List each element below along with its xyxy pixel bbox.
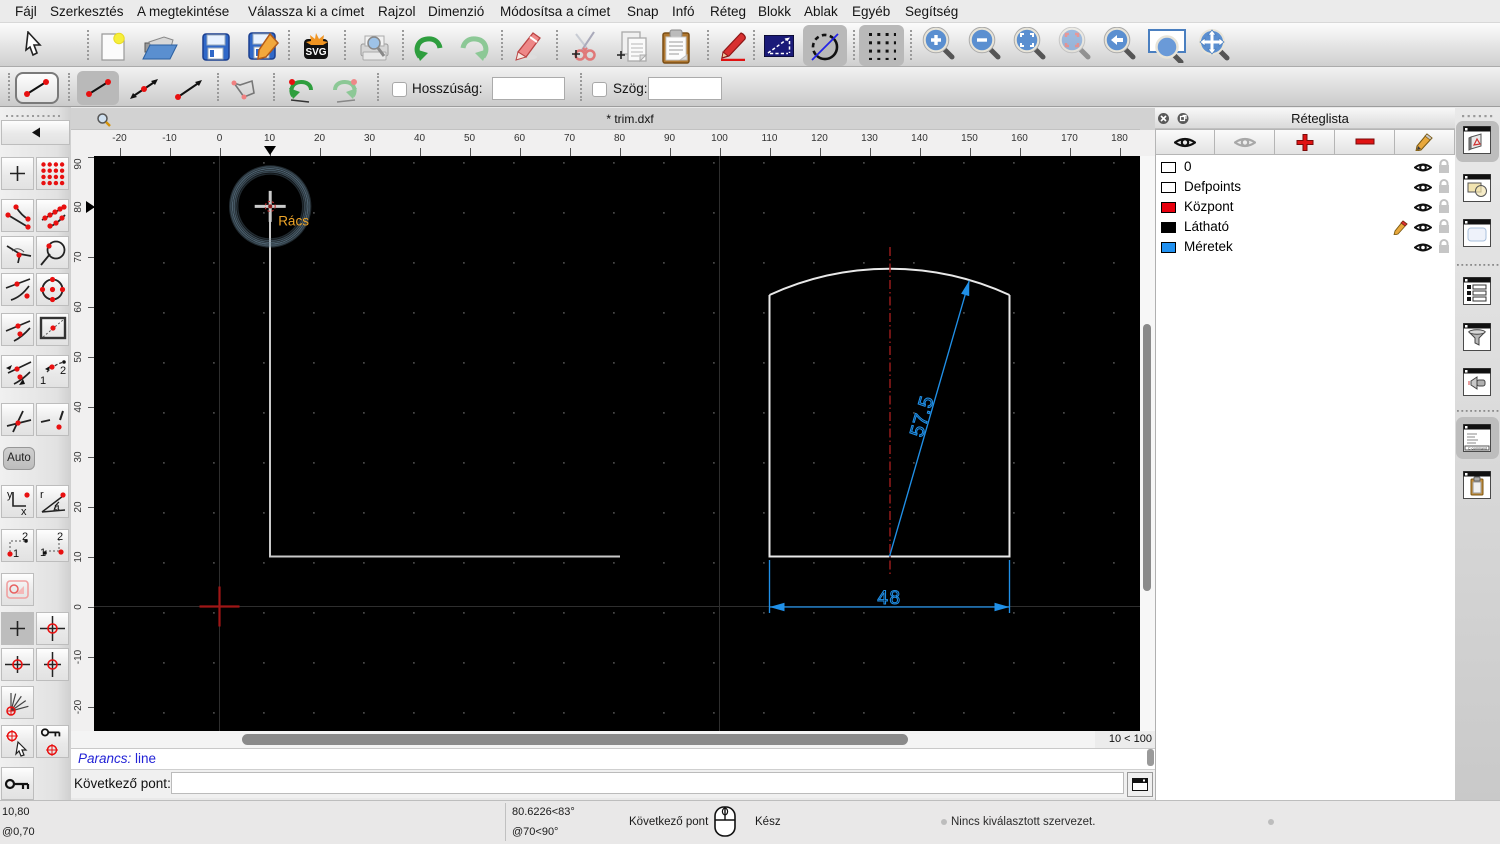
svg-text:2: 2 <box>60 365 66 377</box>
svg-text:Rács: Rács <box>278 213 309 228</box>
svg-text:1: 1 <box>40 375 46 387</box>
svg-text:1: 1 <box>13 548 19 560</box>
svg-text:SVG: SVG <box>305 47 326 58</box>
svg-text:x: x <box>21 506 27 517</box>
svg-text:y: y <box>7 489 13 501</box>
svg-text:48: 48 <box>877 588 901 609</box>
svg-text:2: 2 <box>57 531 63 543</box>
svg-text:r: r <box>40 489 44 501</box>
svg-text:C command: C command <box>1468 447 1487 451</box>
svg-text:a: a <box>54 502 60 513</box>
